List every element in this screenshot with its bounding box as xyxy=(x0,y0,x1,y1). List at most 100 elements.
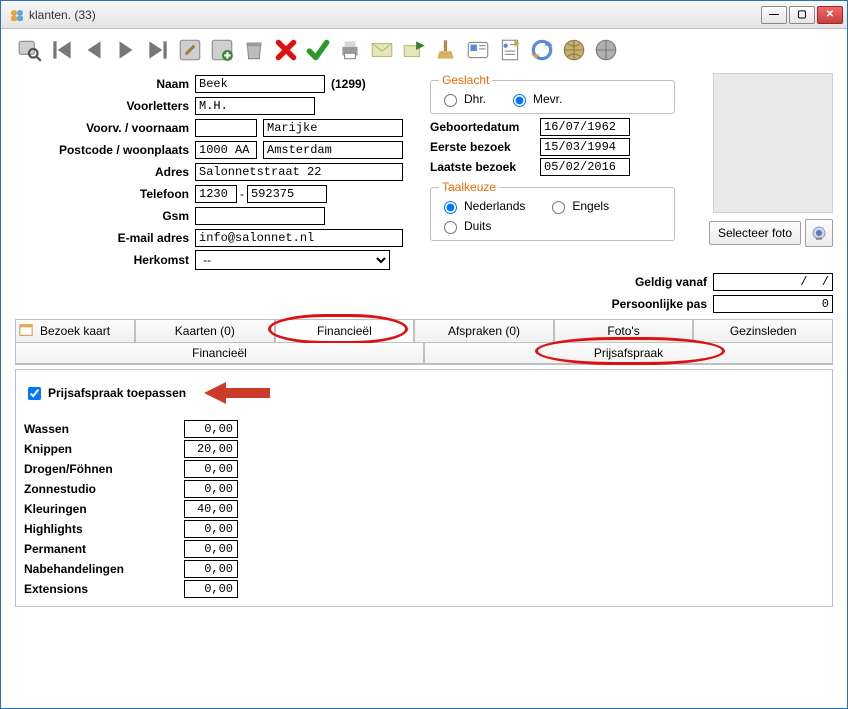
label-naam: Naam xyxy=(15,77,195,91)
send-icon[interactable] xyxy=(399,35,429,65)
titlebar: klanten. (33) — ▢ ✕ xyxy=(1,1,847,29)
price-input[interactable] xyxy=(184,480,238,498)
clean-icon[interactable] xyxy=(431,35,461,65)
mail-icon[interactable] xyxy=(367,35,397,65)
label-adres: Adres xyxy=(15,165,195,179)
form-area: Naam (1299) Voorletters Voorv. / voornaa… xyxy=(1,69,847,271)
price-row: Drogen/Föhnen xyxy=(24,460,824,478)
label-pas: Persoonlijke pas xyxy=(612,297,707,311)
tab-fotos[interactable]: Foto's xyxy=(554,319,694,342)
label-postcode: Postcode / woonplaats xyxy=(15,143,195,157)
price-label: Knippen xyxy=(24,442,184,456)
email-input[interactable] xyxy=(195,229,403,247)
radio-mevr[interactable]: Mevr. xyxy=(508,91,562,107)
price-input[interactable] xyxy=(184,520,238,538)
price-label: Drogen/Föhnen xyxy=(24,462,184,476)
price-input[interactable] xyxy=(184,500,238,518)
price-input[interactable] xyxy=(184,440,238,458)
naam-input[interactable] xyxy=(195,75,325,93)
report-icon[interactable] xyxy=(495,35,525,65)
calendar-icon xyxy=(19,323,33,337)
price-label: Nabehandelingen xyxy=(24,562,184,576)
price-label: Wassen xyxy=(24,422,184,436)
price-row: Knippen xyxy=(24,440,824,458)
voorv-input[interactable] xyxy=(195,119,257,137)
delete-icon[interactable] xyxy=(271,35,301,65)
taal-group: Taalkeuze Nederlands Engels Duits xyxy=(430,180,675,241)
new-icon[interactable] xyxy=(207,35,237,65)
minimize-button[interactable]: — xyxy=(761,6,787,24)
label-voorletters: Voorletters xyxy=(15,99,195,113)
telefoon-area-input[interactable] xyxy=(195,185,237,203)
prev-icon[interactable] xyxy=(79,35,109,65)
web-icon[interactable] xyxy=(559,35,589,65)
app-window: klanten. (33) — ▢ ✕ Naam (1299) xyxy=(0,0,848,709)
record-id: (1299) xyxy=(331,77,366,91)
search-icon[interactable] xyxy=(15,35,45,65)
tab-bezoek[interactable]: Bezoek kaart xyxy=(15,319,135,342)
geboortedatum-input[interactable] xyxy=(540,118,630,136)
price-input[interactable] xyxy=(184,560,238,578)
postcode-input[interactable] xyxy=(195,141,257,159)
taal-legend: Taalkeuze xyxy=(439,180,499,194)
voorletters-input[interactable] xyxy=(195,97,315,115)
next-icon[interactable] xyxy=(111,35,141,65)
photo-placeholder xyxy=(713,73,833,213)
radio-en[interactable]: Engels xyxy=(547,198,609,214)
telefoon-num-input[interactable] xyxy=(247,185,327,203)
close-button[interactable]: ✕ xyxy=(817,6,843,24)
radio-du[interactable]: Duits xyxy=(439,218,491,234)
price-input[interactable] xyxy=(184,580,238,598)
toolbar xyxy=(1,29,847,69)
price-input[interactable] xyxy=(184,460,238,478)
label-eerste: Eerste bezoek xyxy=(430,140,540,154)
print-icon[interactable] xyxy=(335,35,365,65)
globe-icon[interactable] xyxy=(591,35,621,65)
pas-input[interactable] xyxy=(713,295,833,313)
first-icon[interactable] xyxy=(47,35,77,65)
label-gsm: Gsm xyxy=(15,209,195,223)
sub-tabs: Financieël Prijsafspraak xyxy=(15,343,833,365)
eerste-input[interactable] xyxy=(540,138,630,156)
tab-financieel[interactable]: Financieël xyxy=(275,319,415,342)
camera-button[interactable] xyxy=(805,219,833,247)
radio-nl[interactable]: Nederlands xyxy=(439,198,525,214)
maximize-button[interactable]: ▢ xyxy=(789,6,815,24)
subtab-prijs[interactable]: Prijsafspraak xyxy=(424,343,833,364)
last-icon[interactable] xyxy=(143,35,173,65)
label-herkomst: Herkomst xyxy=(15,253,195,267)
voornaam-input[interactable] xyxy=(263,119,403,137)
price-row: Extensions xyxy=(24,580,824,598)
pricing-panel: Prijsafspraak toepassen WassenKnippenDro… xyxy=(15,369,833,607)
price-row: Wassen xyxy=(24,420,824,438)
adres-input[interactable] xyxy=(195,163,403,181)
label-email: E-mail adres xyxy=(15,231,195,245)
prijsafspraak-checkbox[interactable] xyxy=(28,387,41,400)
ok-icon[interactable] xyxy=(303,35,333,65)
app-icon xyxy=(9,7,25,23)
price-row: Highlights xyxy=(24,520,824,538)
tab-gezin[interactable]: Gezinsleden xyxy=(693,319,833,342)
herkomst-select[interactable]: -- xyxy=(195,250,390,270)
camera-icon xyxy=(810,224,828,242)
geslacht-group: Geslacht Dhr. Mevr. xyxy=(430,73,675,114)
plaats-input[interactable] xyxy=(263,141,403,159)
label-voorv: Voorv. / voornaam xyxy=(15,121,195,135)
geldig-row: Geldig vanaf xyxy=(1,271,847,293)
select-photo-button[interactable]: Selecteer foto xyxy=(709,221,801,245)
edit-icon[interactable] xyxy=(175,35,205,65)
price-input[interactable] xyxy=(184,420,238,438)
geldig-input[interactable] xyxy=(713,273,833,291)
gsm-input[interactable] xyxy=(195,207,325,225)
card-icon[interactable] xyxy=(463,35,493,65)
trash-icon[interactable] xyxy=(239,35,269,65)
price-row: Permanent xyxy=(24,540,824,558)
price-input[interactable] xyxy=(184,540,238,558)
subtab-financieel[interactable]: Financieël xyxy=(15,343,424,364)
sync-icon[interactable] xyxy=(527,35,557,65)
highlight-arrow xyxy=(204,380,274,406)
radio-dhr[interactable]: Dhr. xyxy=(439,91,486,107)
tab-kaarten[interactable]: Kaarten (0) xyxy=(135,319,275,342)
laatste-input[interactable] xyxy=(540,158,630,176)
tab-afspraken[interactable]: Afspraken (0) xyxy=(414,319,554,342)
